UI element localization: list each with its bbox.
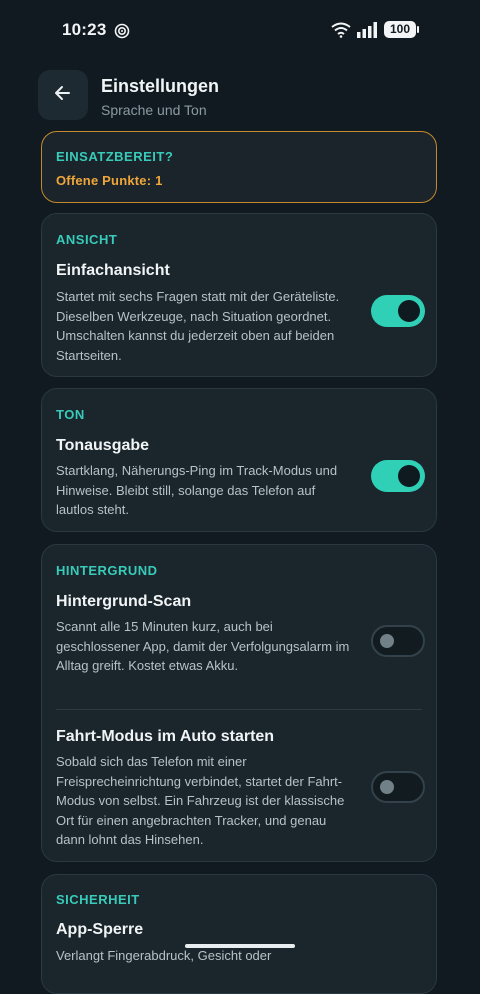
section-ton: TON Tonausgabe Startklang, Näherungs-Pin…	[41, 388, 437, 532]
toggle-knob	[380, 634, 394, 648]
page-header: Einstellungen Sprache und Ton	[38, 70, 440, 120]
section-hintergrund: HINTERGRUND Hintergrund-Scan Scannt alle…	[41, 544, 437, 862]
section-sicherheit: SICHERHEIT App-Sperre Verlangt Fingerabd…	[41, 874, 437, 994]
section-label-hintergrund: HINTERGRUND	[56, 563, 158, 578]
section-label-ton: TON	[56, 407, 85, 422]
fahrt-modus-toggle[interactable]	[371, 771, 425, 803]
setting-title-hintergrund-scan: Hintergrund-Scan	[56, 593, 192, 610]
battery-indicator: 100	[384, 21, 419, 38]
toggle-knob	[398, 465, 420, 487]
readiness-label: EINSATZBEREIT?	[56, 149, 174, 164]
page-title: Einstellungen	[101, 76, 220, 96]
home-indicator[interactable]	[185, 944, 295, 948]
status-bar: 10:23 100	[0, 0, 480, 60]
back-button[interactable]	[38, 70, 88, 120]
section-label-ansicht: ANSICHT	[56, 232, 118, 247]
tonausgabe-toggle[interactable]	[371, 460, 425, 492]
setting-description-hintergrund-scan: Scannt alle 15 Minuten kurz, auch bei ge…	[56, 619, 350, 673]
hintergrund-scan-toggle[interactable]	[371, 625, 425, 657]
setting-title-app-sperre: App-Sperre	[56, 921, 144, 938]
setting-description-fahrt-modus: Sobald sich das Telefon mit einer Freisp…	[56, 754, 345, 847]
cell-signal-icon	[356, 22, 378, 43]
toggle-knob	[380, 780, 394, 794]
clock: 10:23	[62, 20, 107, 39]
setting-title-einfachansicht: Einfachansicht	[56, 262, 170, 279]
setting-title-tonausgabe: Tonausgabe	[56, 437, 150, 454]
setting-description-app-sperre: Verlangt Fingerabdruck, Gesicht oder	[56, 948, 272, 963]
readiness-card[interactable]: EINSATZBEREIT? Offene Punkte: 1	[41, 131, 437, 203]
open-points-text: Offene Punkte: 1	[56, 173, 163, 188]
toggle-knob	[398, 300, 420, 322]
target-icon	[114, 23, 130, 44]
setting-title-fahrt-modus: Fahrt-Modus im Auto starten	[56, 728, 275, 745]
setting-description-einfachansicht: Startet mit sechs Fragen statt mit der G…	[56, 289, 340, 363]
arrow-left-icon	[53, 83, 73, 108]
page-subtitle: Sprache und Ton	[101, 102, 207, 118]
einfachansicht-toggle[interactable]	[371, 295, 425, 327]
wifi-icon	[331, 22, 351, 43]
section-label-sicherheit: SICHERHEIT	[56, 892, 140, 907]
divider	[56, 709, 422, 710]
setting-description-tonausgabe: Startklang, Näherungs-Ping im Track-Modu…	[56, 463, 338, 517]
section-ansicht: ANSICHT Einfachansicht Startet mit sechs…	[41, 213, 437, 377]
